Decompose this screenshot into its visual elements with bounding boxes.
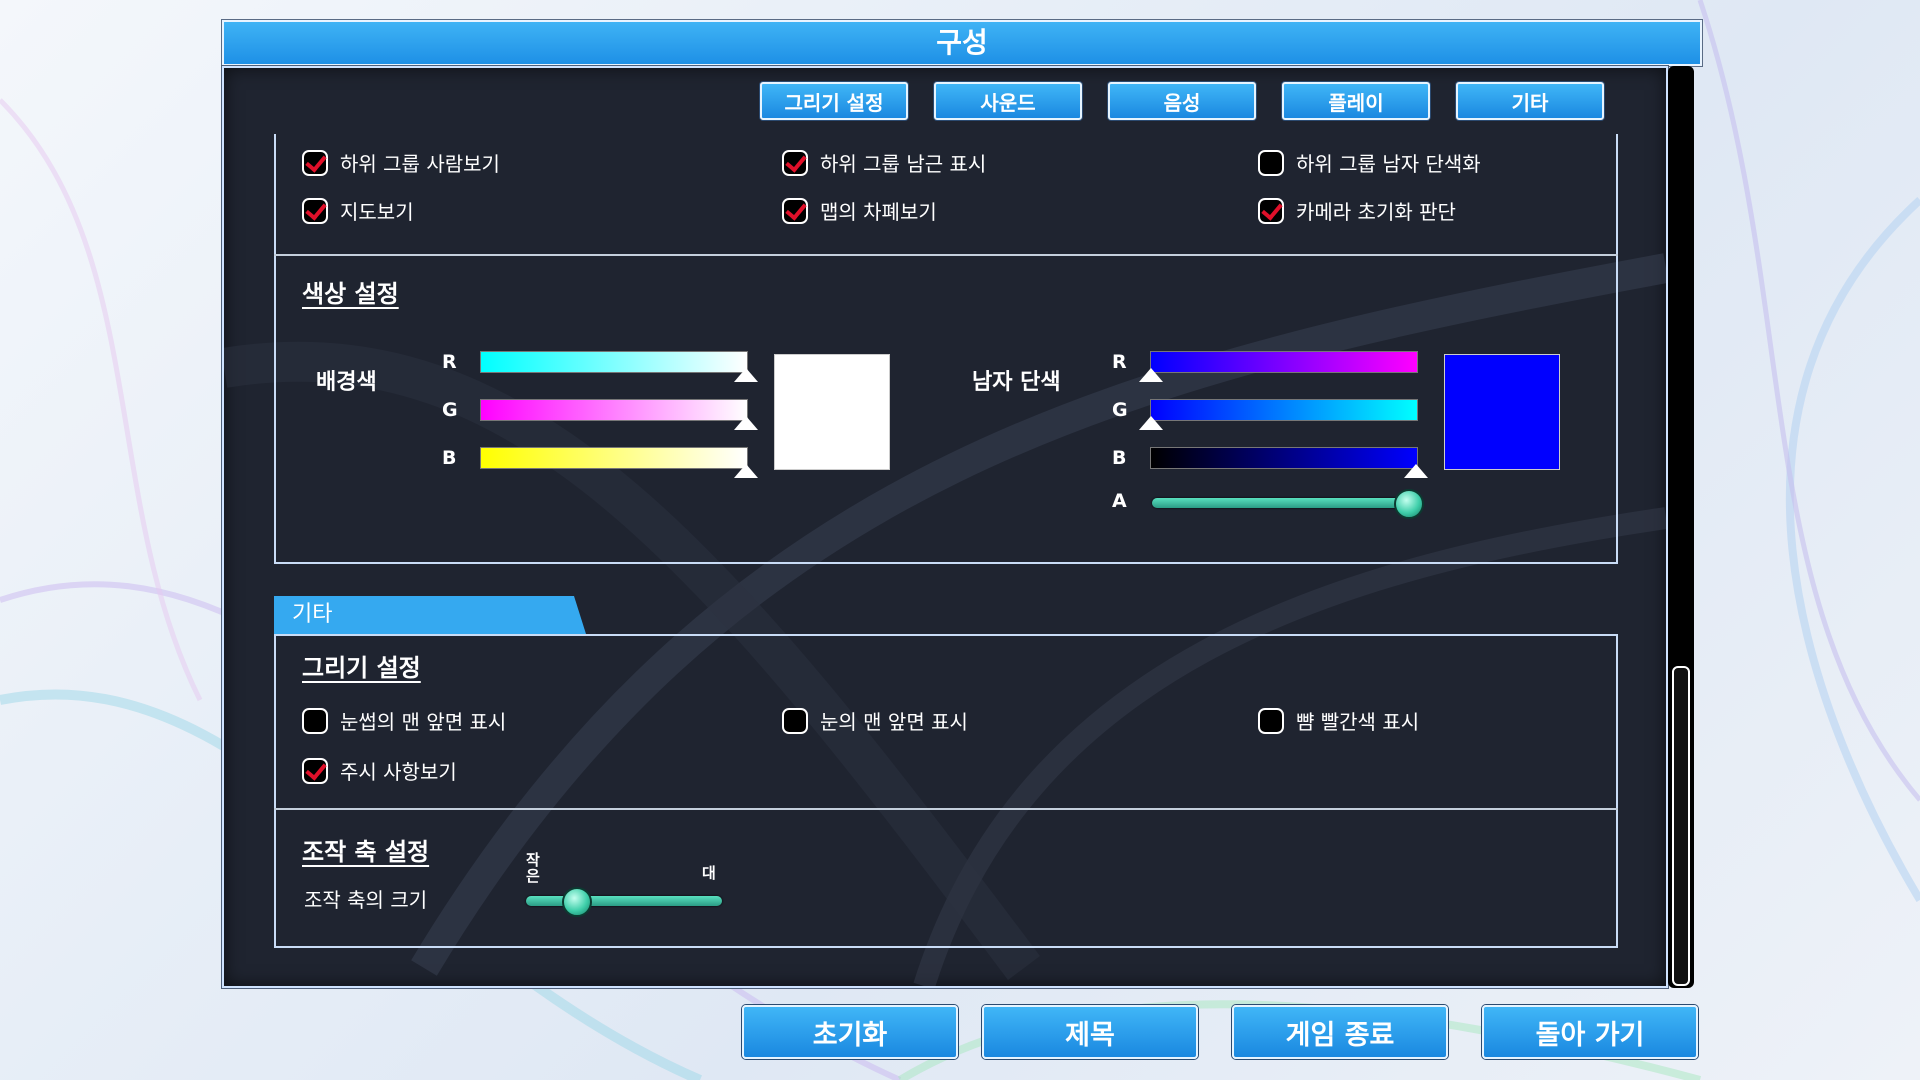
checkbox-label: 눈썹의 맨 앞면 표시 [340,710,507,734]
checkbox-label: 지도보기 [340,200,414,224]
checkbox-label: 하위 그룹 남근 표시 [820,152,987,176]
checkbox-label: 하위 그룹 사람보기 [340,152,500,176]
male-b-handle[interactable] [1404,464,1428,478]
manip-axis-size-label: 조작 축의 크기 [304,888,428,912]
checkbox-label: 카메라 초기화 판단 [1296,200,1456,224]
tab-voice[interactable]: 음성 [1108,82,1256,120]
male-b-slider[interactable] [1150,447,1418,469]
checkbox-eyebrow-front[interactable]: 눈썹의 맨 앞면 표시 [302,706,506,735]
axis-size-slider[interactable] [526,896,722,906]
quit-game-button[interactable]: 게임 종료 [1232,1005,1448,1059]
tab-play[interactable]: 플레이 [1282,82,1430,120]
other-section-tab: 기타 [274,596,586,634]
checkbox-map-view[interactable]: 지도보기 [302,196,414,225]
checkbox-map-occlusion[interactable]: 맵의 차폐보기 [782,196,937,225]
tab-bar: 그리기 설정 사운드 음성 플레이 기타 [760,82,1604,120]
title-button[interactable]: 제목 [982,1005,1198,1059]
axis-size-max-label: 대 [702,864,716,882]
checkbox-checked-icon[interactable] [782,149,808,176]
bg-b-handle[interactable] [734,464,758,478]
male-alpha-knob[interactable] [1394,489,1424,519]
checkbox-camera-reset[interactable]: 카메라 초기화 판단 [1258,196,1456,225]
checkbox-checked-icon[interactable] [302,757,328,784]
lower-section-frame [274,634,1618,948]
bg-b-label: B [442,447,457,469]
checkbox-unchecked-icon[interactable] [1258,149,1284,176]
male-alpha-slider[interactable] [1152,498,1416,508]
checkbox-unchecked-icon[interactable] [302,707,328,734]
bg-b-slider[interactable] [480,447,748,469]
checkbox-cheek-blush[interactable]: 뺨 빨간색 표시 [1258,706,1419,735]
color-settings-heading: 색상 설정 [302,280,399,308]
male-r-handle[interactable] [1139,368,1163,382]
bg-r-slider[interactable] [480,351,748,373]
checkbox-unchecked-icon[interactable] [782,707,808,734]
male-g-handle[interactable] [1139,416,1163,430]
checkbox-checked-icon[interactable] [302,149,328,176]
bg-g-slider[interactable] [480,399,748,421]
male-r-label: R [1112,351,1127,373]
male-color-swatch [1444,354,1560,470]
checkbox-label: 주시 사항보기 [340,760,457,784]
scrollbar-thumb[interactable] [1672,666,1690,986]
checkbox-checked-icon[interactable] [782,197,808,224]
checkbox-checked-icon[interactable] [302,197,328,224]
male-b-label: B [1112,447,1127,469]
checkbox-subgroup-male-solid[interactable]: 하위 그룹 남자 단색화 [1258,148,1481,177]
bg-g-label: G [442,399,458,421]
checkbox-gaze-view[interactable]: 주시 사항보기 [302,756,457,785]
background-color-swatch [774,354,890,470]
checkbox-checked-icon[interactable] [1258,197,1284,224]
upper-divider [274,254,1618,256]
male-g-slider[interactable] [1150,399,1418,421]
axis-size-knob[interactable] [562,887,592,917]
window-title: 구성 [222,20,1702,66]
checkbox-subgroup-phallus[interactable]: 하위 그룹 남근 표시 [782,148,986,177]
checkbox-label: 하위 그룹 남자 단색화 [1296,152,1481,176]
male-alpha-label: A [1112,490,1127,512]
bg-r-handle[interactable] [734,368,758,382]
manip-axis-heading: 조작 축 설정 [302,838,430,866]
vertical-scrollbar[interactable] [1668,66,1694,988]
lower-divider [274,808,1618,810]
male-r-slider[interactable] [1150,351,1418,373]
checkbox-label: 맵의 차폐보기 [820,200,937,224]
checkbox-eye-front[interactable]: 눈의 맨 앞면 표시 [782,706,968,735]
checkbox-label: 뺨 빨간색 표시 [1296,710,1420,734]
tab-draw-settings[interactable]: 그리기 설정 [760,82,908,120]
checkbox-subgroup-person[interactable]: 하위 그룹 사람보기 [302,148,500,177]
checkbox-unchecked-icon[interactable] [1258,707,1284,734]
checkbox-label: 눈의 맨 앞면 표시 [820,710,968,734]
background-color-label: 배경색 [316,370,377,395]
reset-button[interactable]: 초기화 [742,1005,958,1059]
back-button[interactable]: 돌아 가기 [1482,1005,1698,1059]
axis-size-min-label: 작은 [526,851,540,885]
male-g-label: G [1112,399,1128,421]
bg-g-handle[interactable] [734,416,758,430]
male-solid-label: 남자 단색 [972,370,1061,395]
bg-r-label: R [442,351,457,373]
draw-settings-heading: 그리기 설정 [302,654,421,682]
tab-sound[interactable]: 사운드 [934,82,1082,120]
tab-other[interactable]: 기타 [1456,82,1604,120]
